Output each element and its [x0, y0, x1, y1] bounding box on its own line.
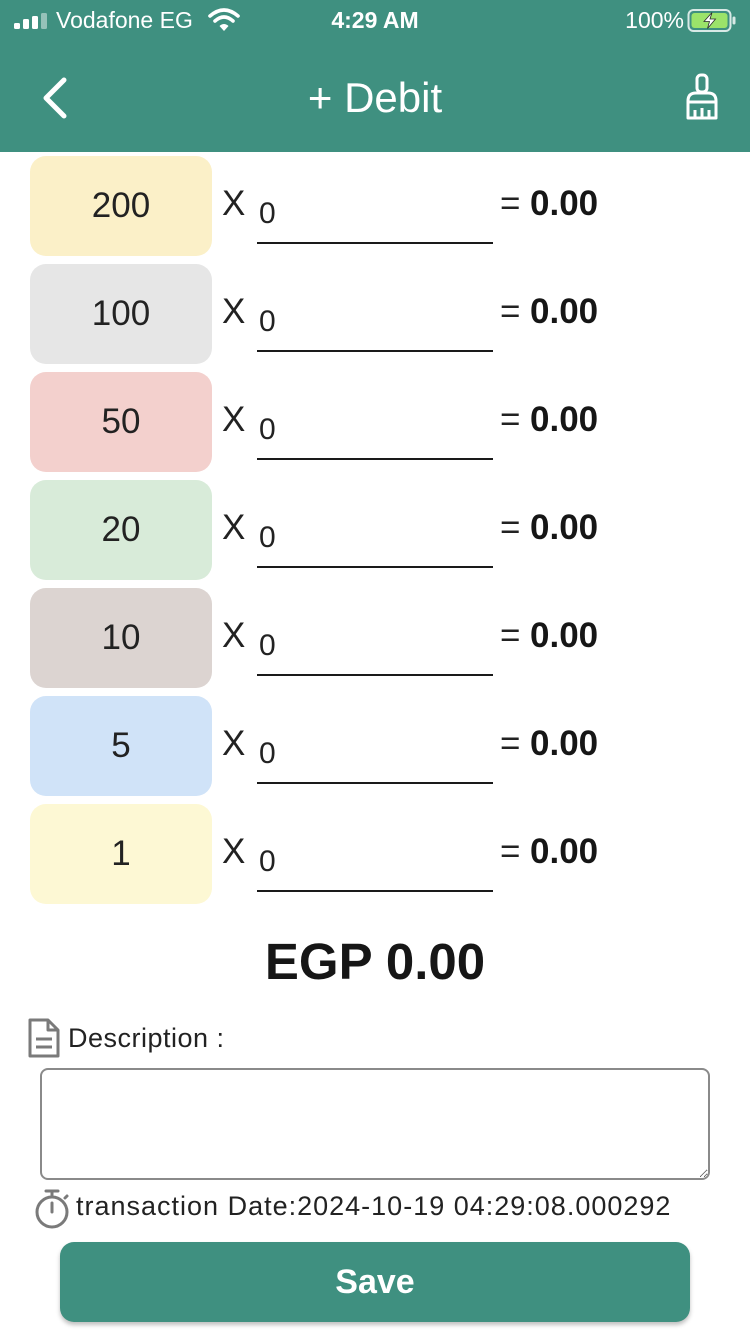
denomination-row-200: 200 X = 0.00	[0, 156, 750, 256]
quantity-input[interactable]	[257, 186, 493, 244]
multiply-sign: X	[222, 508, 246, 547]
app-header: Vodafone EG 4:29 AM 100% + Debit	[0, 0, 750, 152]
description-field[interactable]	[40, 1068, 710, 1180]
denomination-chip: 50	[30, 372, 212, 472]
denomination-row-50: 50 X = 0.00	[0, 372, 750, 472]
broom-icon[interactable]	[682, 72, 722, 122]
save-button[interactable]: Save	[60, 1242, 690, 1322]
quantity-input[interactable]	[257, 618, 493, 676]
page-title: + Debit	[307, 74, 443, 121]
denomination-chip: 5	[30, 696, 212, 796]
denomination-row-10: 10 X = 0.00	[0, 588, 750, 688]
quantity-input[interactable]	[257, 510, 493, 568]
equals-sign: =	[500, 292, 521, 331]
quantity-input[interactable]	[257, 726, 493, 784]
denomination-chip: 200	[30, 156, 212, 256]
row-amount: 0.00	[530, 724, 599, 763]
equals-sign: =	[500, 724, 521, 763]
denomination-row-5: 5 X = 0.00	[0, 696, 750, 796]
timer-icon	[35, 1189, 69, 1229]
document-icon	[28, 1018, 60, 1058]
multiply-sign: X	[222, 184, 246, 223]
denomination-chip: 1	[30, 804, 212, 904]
row-amount: 0.00	[530, 616, 599, 655]
denomination-chip: 10	[30, 588, 212, 688]
row-amount: 0.00	[530, 832, 599, 871]
quantity-input[interactable]	[257, 294, 493, 352]
battery-icon	[687, 9, 736, 32]
equals-sign: =	[500, 832, 521, 871]
multiply-sign: X	[222, 832, 246, 871]
row-amount: 0.00	[530, 184, 599, 223]
row-amount: 0.00	[530, 292, 599, 331]
equals-sign: =	[500, 616, 521, 655]
denomination-chip: 100	[30, 264, 212, 364]
multiply-sign: X	[222, 724, 246, 763]
row-amount: 0.00	[530, 508, 599, 547]
equals-sign: =	[500, 400, 521, 439]
quantity-input[interactable]	[257, 834, 493, 892]
multiply-sign: X	[222, 292, 246, 331]
description-label: Description :	[68, 1023, 225, 1053]
denomination-row-100: 100 X = 0.00	[0, 264, 750, 364]
row-amount: 0.00	[530, 400, 599, 439]
equals-sign: =	[500, 184, 521, 223]
denomination-row-20: 20 X = 0.00	[0, 480, 750, 580]
multiply-sign: X	[222, 616, 246, 655]
multiply-sign: X	[222, 400, 246, 439]
battery-percent: 100%	[625, 7, 684, 33]
quantity-input[interactable]	[257, 402, 493, 460]
status-bar: Vodafone EG 4:29 AM 100%	[0, 0, 750, 42]
transaction-date: transaction Date:2024-10-19 04:29:08.000…	[76, 1191, 672, 1221]
equals-sign: =	[500, 508, 521, 547]
denomination-row-1: 1 X = 0.00	[0, 804, 750, 904]
denomination-chip: 20	[30, 480, 212, 580]
total-amount: EGP 0.00	[264, 933, 486, 990]
